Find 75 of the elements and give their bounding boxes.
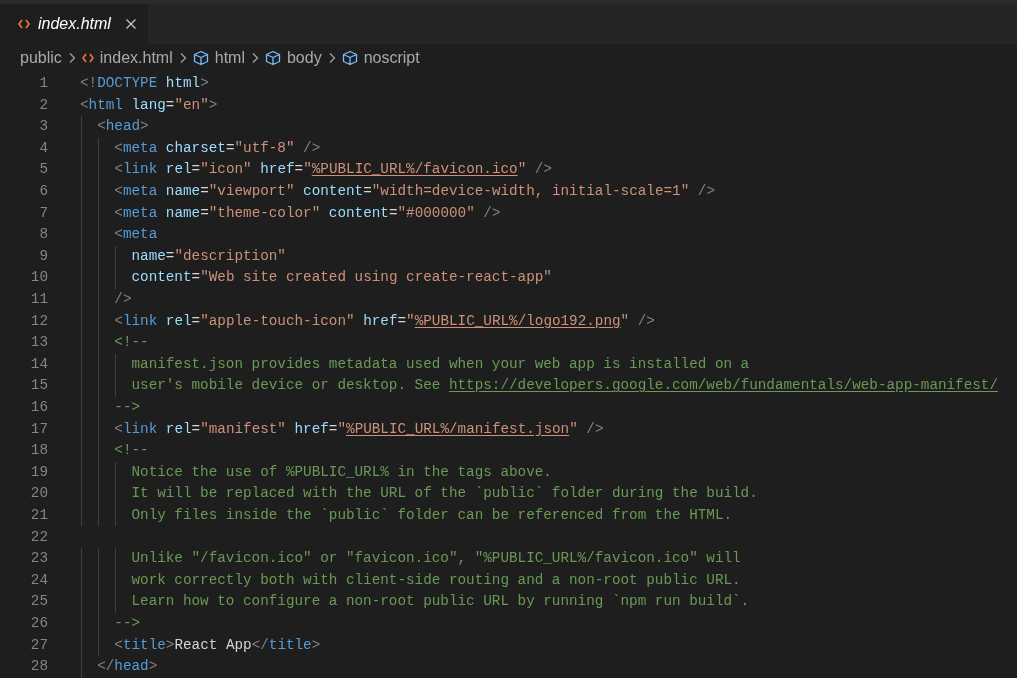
breadcrumb-item[interactable]: body — [264, 46, 322, 70]
breadcrumb-item[interactable]: html — [192, 46, 245, 70]
code-line: <meta name="viewport" content="width=device-width, initial-scale=1" /> — [113, 182, 715, 202]
line-number: 15 — [29, 376, 48, 396]
breadcrumb-item[interactable]: noscript — [341, 46, 420, 70]
line-number: 1 — [38, 74, 48, 94]
code-line: <link rel="icon" href="%PUBLIC_URL%/favicon.ico" /> — [113, 160, 552, 180]
code-line: Learn how to configure a non-root public URL by running `npm run build`. — [130, 592, 750, 612]
line-number: 5 — [38, 160, 48, 180]
line-number: 25 — [29, 592, 48, 612]
chevron-right-icon — [327, 52, 336, 64]
code-file-icon — [18, 19, 30, 29]
line-number: 24 — [29, 570, 48, 590]
line-number: 12 — [29, 311, 48, 331]
line-number: 28 — [29, 657, 48, 677]
cube-icon — [341, 50, 358, 66]
code-line: <link rel="manifest" href="%PUBLIC_URL%/manifest.json" /> — [113, 419, 604, 439]
code-line: Notice the use of %PUBLIC_URL% in the tags above. — [130, 462, 552, 482]
line-number: 21 — [29, 505, 48, 525]
code-line: <meta — [113, 225, 158, 245]
breadcrumb-item[interactable]: public — [20, 46, 62, 70]
line-number: 6 — [38, 182, 48, 202]
chevron-right-icon — [250, 52, 259, 64]
line-number: 19 — [29, 462, 48, 482]
code-link[interactable]: https://developers.google.com/web/fundamentals/web-app-manifest/ — [448, 377, 998, 394]
code-line: <!-- — [113, 441, 149, 461]
line-number: 11 — [29, 290, 48, 309]
code-line: content="Web site created using create-react-app" — [130, 268, 552, 288]
line-number: 10 — [29, 268, 48, 288]
line-number: 14 — [29, 354, 48, 374]
line-number: 8 — [38, 225, 48, 245]
code-link[interactable]: %PUBLIC_URL%/manifest.json — [346, 420, 570, 437]
code-line: <meta name="theme-color" content="#000000" /> — [113, 203, 501, 223]
code-line: --> — [113, 613, 141, 633]
code-line: <head> — [96, 117, 149, 137]
line-number: 9 — [38, 246, 48, 266]
code-line: <meta charset="utf-8" /> — [113, 138, 321, 158]
line-number: 3 — [38, 117, 48, 137]
line-number: 13 — [29, 333, 48, 353]
line-number: 22 — [29, 527, 48, 547]
line-number: 17 — [29, 419, 48, 439]
line-number: 16 — [29, 398, 48, 417]
line-number: 20 — [29, 484, 48, 504]
code-line: It will be replaced with the URL of the `public` folder during the build. — [130, 484, 758, 504]
line-number: 23 — [29, 549, 48, 569]
line-number: 4 — [38, 138, 48, 158]
line-number: 2 — [38, 95, 48, 115]
chevron-right-icon — [178, 52, 187, 64]
code-line: </head> — [96, 657, 158, 677]
code-line: Unlike "/favicon.ico" or "favicon.ico", "%PUBLIC_URL%/favicon.ico" will — [130, 549, 741, 569]
cube-icon — [264, 50, 281, 66]
line-number: 7 — [38, 203, 48, 223]
code-line: <link rel="apple-touch-icon" href="%PUBLIC_URL%/logo192.png" /> — [113, 311, 655, 331]
code-line: <!DOCTYPE html> — [80, 74, 209, 94]
code-line: /> — [113, 290, 132, 309]
chevron-right-icon — [67, 52, 76, 64]
code-line: name="description" — [130, 246, 286, 266]
line-number: 26 — [29, 613, 48, 633]
code-link[interactable]: %PUBLIC_URL%/logo192.png — [414, 312, 621, 329]
line-number: 18 — [29, 441, 48, 461]
editor-tab[interactable]: index.html — [0, 4, 148, 44]
code-line: <title>React App</title> — [113, 635, 321, 655]
code-line: <html lang="en"> — [80, 95, 218, 115]
code-line: user's mobile device or desktop. See https://developers.google.com/web/fundamentals/web-app-manifest/ — [130, 376, 998, 396]
code-file-icon — [81, 53, 94, 63]
code-line: work correctly both with client-side routing and a non-root public URL. — [130, 570, 741, 590]
code-line: manifest.json provides metadata used when your web app is installed on a — [130, 354, 750, 374]
close-icon[interactable] — [124, 18, 137, 30]
line-number: 27 — [29, 635, 48, 655]
code-link[interactable]: %PUBLIC_URL%/favicon.ico — [311, 161, 518, 178]
cube-icon — [192, 50, 209, 66]
breadcrumb-item[interactable]: index.html — [81, 46, 173, 70]
code-line: <!-- — [113, 333, 149, 353]
code-line: Only files inside the `public` folder can be referenced from the HTML. — [130, 505, 733, 525]
code-line: --> — [113, 398, 141, 417]
